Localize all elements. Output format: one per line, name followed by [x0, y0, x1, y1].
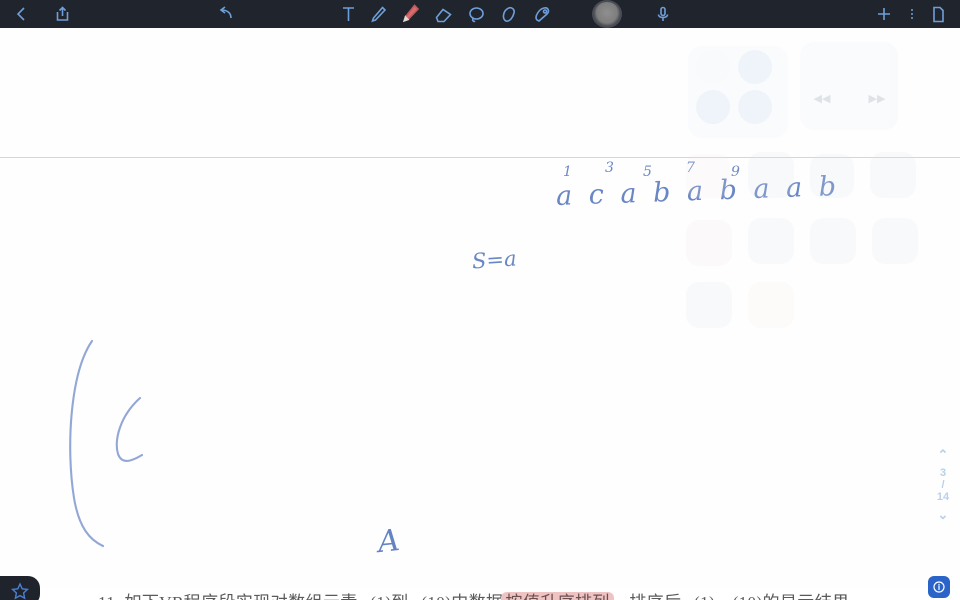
highlighter-tool-icon[interactable]: [500, 0, 519, 28]
handwritten-index: 1: [563, 164, 572, 180]
info-badge[interactable]: [928, 576, 950, 598]
eraser-tool-icon[interactable]: [434, 0, 453, 28]
question-11-preview: 11. 如下VB程序段实现对数组元素 a(1)到 a(10)中数据按值升序排列，…: [98, 588, 850, 600]
more-options-icon[interactable]: [911, 9, 913, 19]
handwritten-s-equals-a: S=a: [471, 246, 518, 274]
q11-suffix: ，排序后 a(1)~a(10)的显示结果: [612, 593, 850, 600]
page-navigator[interactable]: ⌃ 3 / 14 ⌄: [930, 448, 956, 521]
back-chevron-icon[interactable]: [14, 0, 28, 28]
favorites-fab[interactable]: [0, 576, 40, 600]
info-icon: [933, 581, 945, 593]
page-current: 3: [939, 467, 947, 479]
page-up-chevron-icon[interactable]: ⌃: [938, 448, 949, 461]
handwritten-index: 7: [686, 160, 695, 176]
page-total: 14: [936, 491, 950, 503]
q11-prefix: 11. 如下VB程序段实现对数组元素 a(1)到 a(10)中数据: [98, 593, 503, 600]
tool-group: [341, 0, 552, 28]
handwritten-answer-letter: A: [376, 522, 402, 561]
share-export-icon[interactable]: [54, 0, 71, 28]
q11-highlight: 按值升序排列: [501, 592, 614, 600]
color-swatch-button[interactable]: [592, 0, 622, 28]
undo-icon[interactable]: [217, 0, 237, 28]
microphone-icon[interactable]: [656, 0, 670, 28]
star-icon: [11, 582, 29, 600]
page-down-chevron-icon[interactable]: ⌄: [938, 508, 949, 521]
handwritten-index: 3: [605, 160, 614, 176]
lasso-tool-icon[interactable]: [467, 0, 486, 28]
page-icon[interactable]: [931, 0, 946, 28]
page-divider: /: [941, 479, 945, 491]
top-toolbar: [0, 0, 960, 28]
document-page: [0, 28, 960, 588]
text-tool-icon[interactable]: [341, 0, 356, 28]
add-icon[interactable]: [875, 0, 893, 28]
page-indicator: 3 / 14: [937, 467, 949, 503]
pen-tool-icon[interactable]: [370, 0, 387, 28]
page-rule-line: [0, 157, 960, 158]
pencil-tool-icon[interactable]: [401, 0, 420, 28]
shape-tool-icon[interactable]: [533, 0, 552, 28]
